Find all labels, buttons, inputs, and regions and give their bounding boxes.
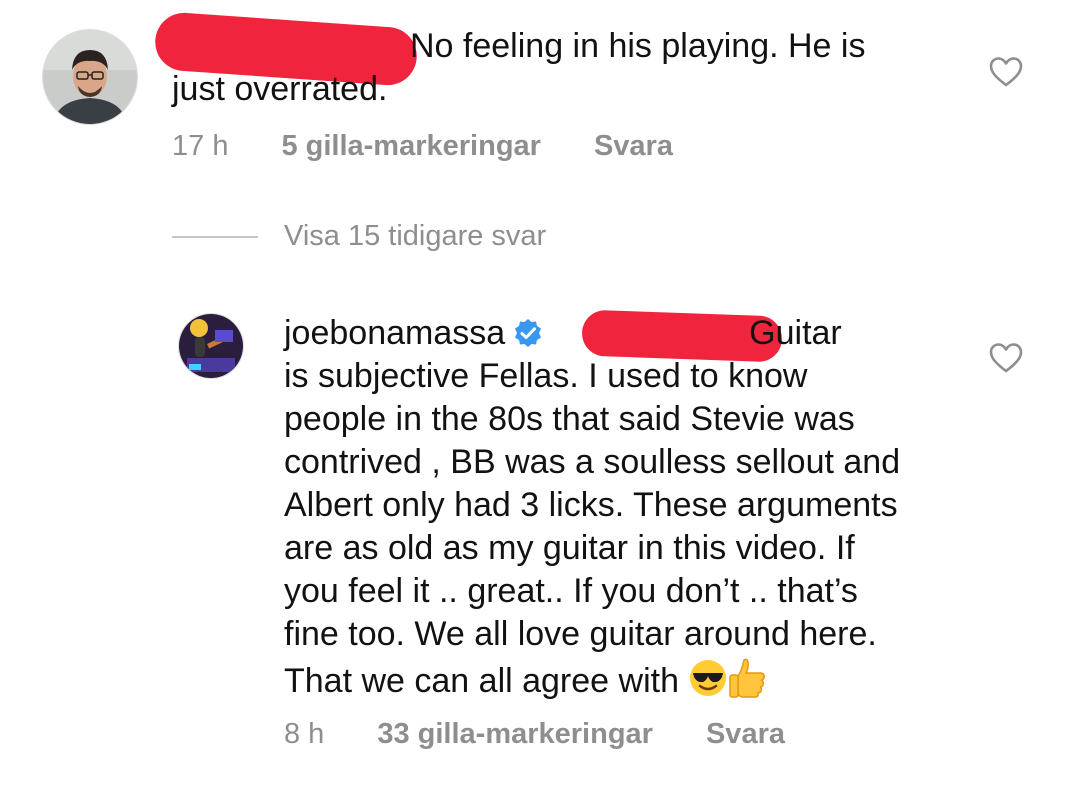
reply-text: joebonamassa Guitar is subjective Fellas… [284, 312, 984, 703]
reply-text-last-line: That we can all agree with [284, 656, 984, 703]
reply-text-line: you feel it .. great.. If you don’t .. t… [284, 572, 858, 610]
reply-time: 8 h [284, 718, 325, 750]
comment-time: 17 h [172, 130, 229, 162]
comment-meta: 17 h 5 gilla-markeringar Svara [172, 130, 673, 163]
reply-text-line: contrived , BB was a soulless sellout an… [284, 443, 901, 481]
comment-text-line: No feeling in his playing. He is [410, 27, 866, 65]
commenter-avatar[interactable] [42, 29, 138, 125]
reply-text-line: people in the 80s that said Stevie was [284, 400, 855, 438]
reply-button[interactable]: Svara [594, 130, 673, 163]
likes-count-link[interactable]: 5 gilla-markeringar [281, 130, 541, 163]
comments-thread: No feeling in his playing. He is just ov… [0, 0, 1080, 785]
likes-count-link[interactable]: 33 gilla-markeringar [377, 718, 653, 751]
username-link[interactable]: joebonamassa [284, 314, 505, 352]
reply-button[interactable]: Svara [706, 718, 785, 751]
divider-line [172, 235, 258, 238]
reply-text-line: Albert only had 3 licks. These arguments [284, 486, 898, 524]
verified-badge-icon [515, 319, 542, 347]
view-previous-replies[interactable]: Visa 15 tidigare svar [172, 220, 546, 253]
reply-first-line: joebonamassa Guitar [284, 312, 984, 355]
heart-outline-icon[interactable] [989, 342, 1023, 374]
reply-text-line: That we can all agree with [284, 662, 679, 700]
reply-text-line: fine too. We all love guitar around here… [284, 615, 877, 653]
joebonamassa-avatar[interactable] [178, 313, 244, 379]
comment-text-line: just overrated. [172, 70, 388, 108]
view-previous-replies-label[interactable]: Visa 15 tidigare svar [284, 220, 546, 253]
thumbs-up-emoji-icon [729, 658, 766, 698]
heart-outline-icon[interactable] [989, 56, 1023, 88]
comment-text: No feeling in his playing. He is just ov… [172, 25, 932, 111]
sunglasses-emoji-icon [690, 660, 727, 696]
reply-text-line: are as old as my guitar in this video. I… [284, 529, 855, 567]
reply-text-start: Guitar [749, 314, 842, 352]
reply-text-line: is subjective Fellas. I used to know [284, 357, 808, 395]
reply-meta: 8 h 33 gilla-markeringar Svara [284, 718, 785, 751]
